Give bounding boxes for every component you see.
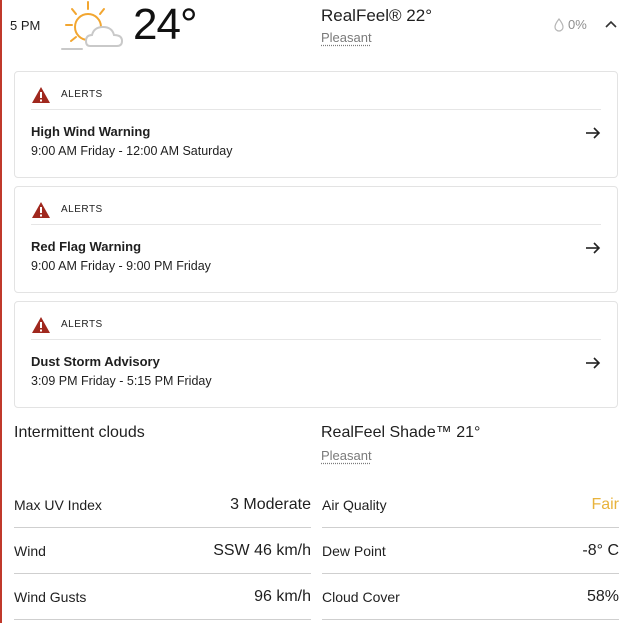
metric-label: Wind Gusts xyxy=(14,588,87,605)
metric-label: Wind xyxy=(14,542,46,559)
arrow-right-icon[interactable] xyxy=(585,241,601,255)
precipitation: 0% xyxy=(554,17,587,32)
warning-icon xyxy=(32,201,50,218)
alert-title: Dust Storm Advisory xyxy=(31,354,160,369)
warning-icon xyxy=(32,316,50,333)
current-temperature: 24° xyxy=(133,0,198,49)
alert-title: High Wind Warning xyxy=(31,124,151,139)
alert-header: ALERTS xyxy=(31,195,601,225)
realfeel-value: RealFeel® 22° xyxy=(321,6,432,25)
metric-wind: Wind SSW 46 km/h xyxy=(14,528,311,574)
metric-cloud-cover: Cloud Cover 58% xyxy=(322,574,619,620)
alert-header: ALERTS xyxy=(31,80,601,110)
alert-title: Red Flag Warning xyxy=(31,239,142,254)
alert-label: ALERTS xyxy=(61,89,103,100)
arrow-right-icon[interactable] xyxy=(585,356,601,370)
metric-wind-gusts: Wind Gusts 96 km/h xyxy=(14,574,311,620)
alert-time: 3:09 PM Friday - 5:15 PM Friday xyxy=(31,374,212,388)
realfeel-shade-phrase[interactable]: Pleasant xyxy=(321,448,372,463)
alert-card-high-wind[interactable]: ALERTS High Wind Warning 9:00 AM Friday … xyxy=(14,71,618,178)
alert-card-dust-storm[interactable]: ALERTS Dust Storm Advisory 3:09 PM Frida… xyxy=(14,301,618,408)
metric-max-uv-index: Max UV Index 3 Moderate xyxy=(14,482,311,528)
condition-phrase: Intermittent clouds xyxy=(14,424,145,441)
metric-value: SSW 46 km/h xyxy=(213,541,311,559)
metric-value: 96 km/h xyxy=(254,587,311,605)
realfeel-shade-value: RealFeel Shade™ 21° xyxy=(321,424,481,441)
metric-value: 3 Moderate xyxy=(230,495,311,513)
alert-time: 9:00 AM Friday - 12:00 AM Saturday xyxy=(31,144,233,158)
alert-header: ALERTS xyxy=(31,310,601,340)
metric-value: Fair xyxy=(591,495,619,513)
realfeel-phrase[interactable]: Pleasant xyxy=(321,30,372,45)
alert-time: 9:00 AM Friday - 9:00 PM Friday xyxy=(31,259,211,273)
partly-sunny-icon xyxy=(61,1,124,50)
hour-label: 5 PM xyxy=(10,18,41,33)
metric-value: -8° C xyxy=(582,541,619,559)
metric-label: Air Quality xyxy=(322,496,387,513)
metric-air-quality: Air Quality Fair xyxy=(322,482,619,528)
chevron-up-icon[interactable] xyxy=(604,19,618,29)
precip-value: 0% xyxy=(568,17,587,32)
metric-label: Cloud Cover xyxy=(322,588,400,605)
metric-dew-point: Dew Point -8° C xyxy=(322,528,619,574)
arrow-right-icon[interactable] xyxy=(585,126,601,140)
hourly-header[interactable]: 5 PM 24° RealFeel® 22° Pleasant 0% xyxy=(2,0,628,62)
raindrop-icon xyxy=(554,17,564,32)
metric-label: Dew Point xyxy=(322,542,386,559)
alert-card-red-flag[interactable]: ALERTS Red Flag Warning 9:00 AM Friday -… xyxy=(14,186,618,293)
metric-value: 58% xyxy=(586,587,619,605)
metric-label: Max UV Index xyxy=(14,496,102,513)
alert-label: ALERTS xyxy=(61,204,103,215)
alert-label: ALERTS xyxy=(61,319,103,330)
warning-icon xyxy=(32,86,50,103)
